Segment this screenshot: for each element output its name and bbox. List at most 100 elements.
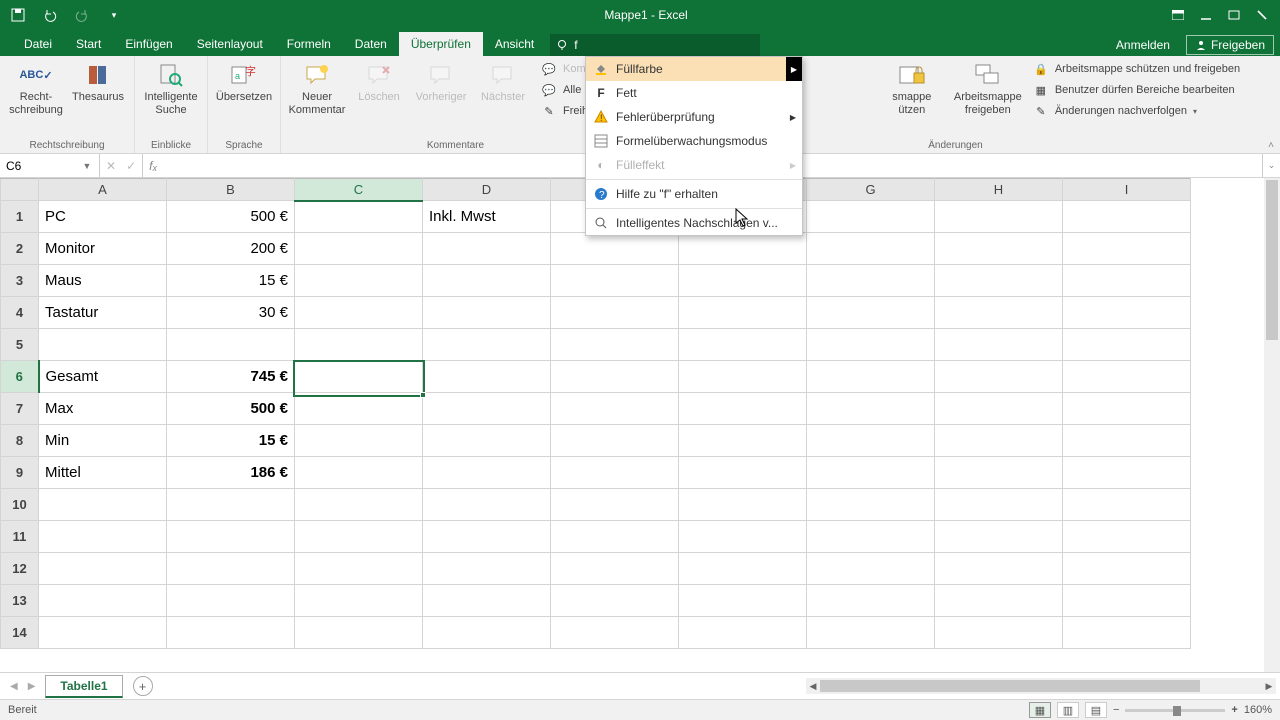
row-header[interactable]: 10 (1, 489, 39, 521)
cell[interactable] (807, 617, 935, 649)
cell[interactable] (167, 489, 295, 521)
select-all-corner[interactable] (1, 179, 39, 201)
cell[interactable] (551, 361, 679, 393)
signin-link[interactable]: Anmelden (1108, 34, 1178, 56)
translate-button[interactable]: a字 Übersetzen (216, 59, 272, 104)
cell[interactable] (1063, 521, 1191, 553)
cell[interactable] (551, 553, 679, 585)
cell[interactable] (551, 617, 679, 649)
smartlookup-button[interactable]: Intelligente Suche (143, 59, 199, 117)
cell[interactable]: Min (39, 425, 167, 457)
maximize-icon[interactable] (1220, 3, 1248, 27)
cell[interactable] (39, 553, 167, 585)
name-box-dropdown-icon[interactable]: ▼ (78, 161, 96, 171)
cell[interactable] (423, 233, 551, 265)
cell[interactable] (935, 585, 1063, 617)
cell[interactable] (1063, 201, 1191, 233)
cell[interactable] (679, 617, 807, 649)
cell[interactable] (935, 329, 1063, 361)
cell[interactable]: 500 € (167, 201, 295, 233)
scroll-right-icon[interactable]: ▶ (1262, 678, 1276, 694)
cell[interactable] (807, 457, 935, 489)
col-header-G[interactable]: G (807, 179, 935, 201)
track-changes-button[interactable]: ✎Änderungen nachverfolgen ▾ (1029, 101, 1244, 121)
cell[interactable]: Gesamt (39, 361, 167, 393)
cell[interactable] (807, 585, 935, 617)
cell[interactable]: 186 € (167, 457, 295, 489)
cell[interactable] (807, 297, 935, 329)
row-header[interactable]: 4 (1, 297, 39, 329)
cell[interactable] (679, 329, 807, 361)
cell[interactable] (1063, 361, 1191, 393)
fx-icon[interactable]: fx (143, 154, 163, 177)
cell[interactable] (39, 585, 167, 617)
cell[interactable] (807, 489, 935, 521)
cell[interactable] (807, 265, 935, 297)
cell[interactable] (679, 425, 807, 457)
cell[interactable] (167, 553, 295, 585)
cell[interactable] (807, 553, 935, 585)
vertical-scrollbar[interactable] (1264, 178, 1280, 672)
share-workbook-button[interactable]: Arbeitsmappe freigeben (953, 59, 1023, 117)
cell[interactable]: PC (39, 201, 167, 233)
scroll-thumb[interactable] (1266, 180, 1278, 340)
col-header-I[interactable]: I (1063, 179, 1191, 201)
row-header[interactable]: 7 (1, 393, 39, 425)
zoom-level[interactable]: 160% (1244, 704, 1272, 716)
cell[interactable] (167, 617, 295, 649)
row-header[interactable]: 13 (1, 585, 39, 617)
cell[interactable] (935, 201, 1063, 233)
minimize-icon[interactable] (1192, 3, 1220, 27)
cell[interactable] (551, 585, 679, 617)
cell[interactable] (679, 553, 807, 585)
tab-daten[interactable]: Daten (343, 32, 399, 56)
cell[interactable] (295, 617, 423, 649)
cell[interactable] (1063, 457, 1191, 489)
cell[interactable]: Tastatur (39, 297, 167, 329)
scroll-left-icon[interactable]: ◀ (806, 678, 820, 694)
cell[interactable] (551, 329, 679, 361)
cell[interactable] (295, 425, 423, 457)
col-header-B[interactable]: B (167, 179, 295, 201)
tab-einfuegen[interactable]: Einfügen (113, 32, 184, 56)
zoom-out-icon[interactable]: − (1113, 704, 1119, 716)
close-icon[interactable] (1248, 3, 1276, 27)
tab-ansicht[interactable]: Ansicht (483, 32, 546, 56)
col-header-C[interactable]: C (295, 179, 423, 201)
cell[interactable] (679, 489, 807, 521)
cell[interactable] (679, 585, 807, 617)
cell[interactable] (295, 233, 423, 265)
worksheet-grid[interactable]: A B C D E F G H I 1PC500 €Inkl. Mwst19% … (0, 178, 1280, 672)
cell[interactable] (1063, 297, 1191, 329)
cell[interactable] (935, 361, 1063, 393)
fill-handle[interactable] (420, 392, 426, 398)
cell[interactable]: Inkl. Mwst (423, 201, 551, 233)
cell[interactable] (167, 521, 295, 553)
cell[interactable]: 30 € (167, 297, 295, 329)
cell[interactable]: 15 € (167, 265, 295, 297)
zoom-in-icon[interactable]: + (1231, 704, 1237, 716)
tm-formel[interactable]: Formelüberwachungsmodus (586, 129, 802, 153)
view-normal-icon[interactable]: ▦ (1029, 702, 1051, 718)
row-header[interactable]: 5 (1, 329, 39, 361)
cell[interactable] (39, 617, 167, 649)
view-pagelayout-icon[interactable]: ▥ (1057, 702, 1079, 718)
zoom-slider[interactable] (1125, 709, 1225, 712)
cell[interactable] (423, 265, 551, 297)
cell[interactable]: 15 € (167, 425, 295, 457)
cell[interactable]: Maus (39, 265, 167, 297)
cell[interactable]: 745 € (167, 361, 295, 393)
cell[interactable] (679, 361, 807, 393)
col-header-D[interactable]: D (423, 179, 551, 201)
cell[interactable] (423, 457, 551, 489)
cell[interactable] (551, 297, 679, 329)
cell[interactable] (551, 233, 679, 265)
col-header-A[interactable]: A (39, 179, 167, 201)
cell[interactable] (679, 297, 807, 329)
cell[interactable] (295, 265, 423, 297)
qat-customize-icon[interactable]: ▾ (100, 3, 128, 27)
cell[interactable] (1063, 233, 1191, 265)
tm-fehlerp[interactable]: ! Fehlerüberprüfung ▶ (586, 105, 802, 129)
cell[interactable] (39, 521, 167, 553)
row-header[interactable]: 12 (1, 553, 39, 585)
